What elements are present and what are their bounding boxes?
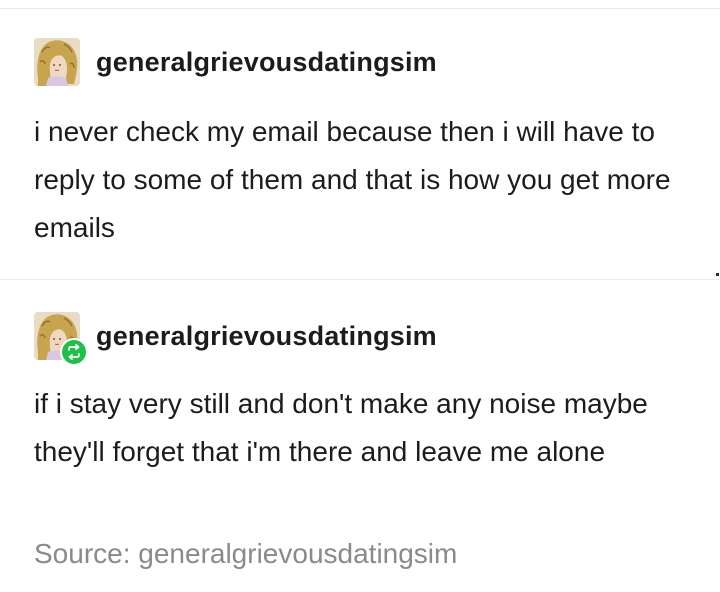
post-text: i never check my email because then i wi… <box>34 116 671 243</box>
avatar-curly-hair-icon <box>34 38 80 86</box>
tumblr-post-thread: generalgrievousdatingsim i never check m… <box>0 0 720 592</box>
post-header: generalgrievousdatingsim <box>0 34 720 96</box>
avatar[interactable] <box>34 38 80 86</box>
divider-dot <box>716 273 719 276</box>
post-divider <box>0 279 720 280</box>
username[interactable]: generalgrievousdatingsim <box>96 47 437 78</box>
post: generalgrievousdatingsim if i stay very … <box>0 308 720 467</box>
top-divider <box>0 8 720 9</box>
username[interactable]: generalgrievousdatingsim <box>96 321 437 352</box>
post-text: if i stay very still and don't make any … <box>34 388 648 467</box>
reblog-badge <box>60 338 88 366</box>
reblog-icon <box>62 340 86 364</box>
post: generalgrievousdatingsim i never check m… <box>0 34 720 243</box>
post-header: generalgrievousdatingsim <box>0 308 720 370</box>
source-link[interactable]: Source: generalgrievousdatingsim <box>34 538 457 570</box>
